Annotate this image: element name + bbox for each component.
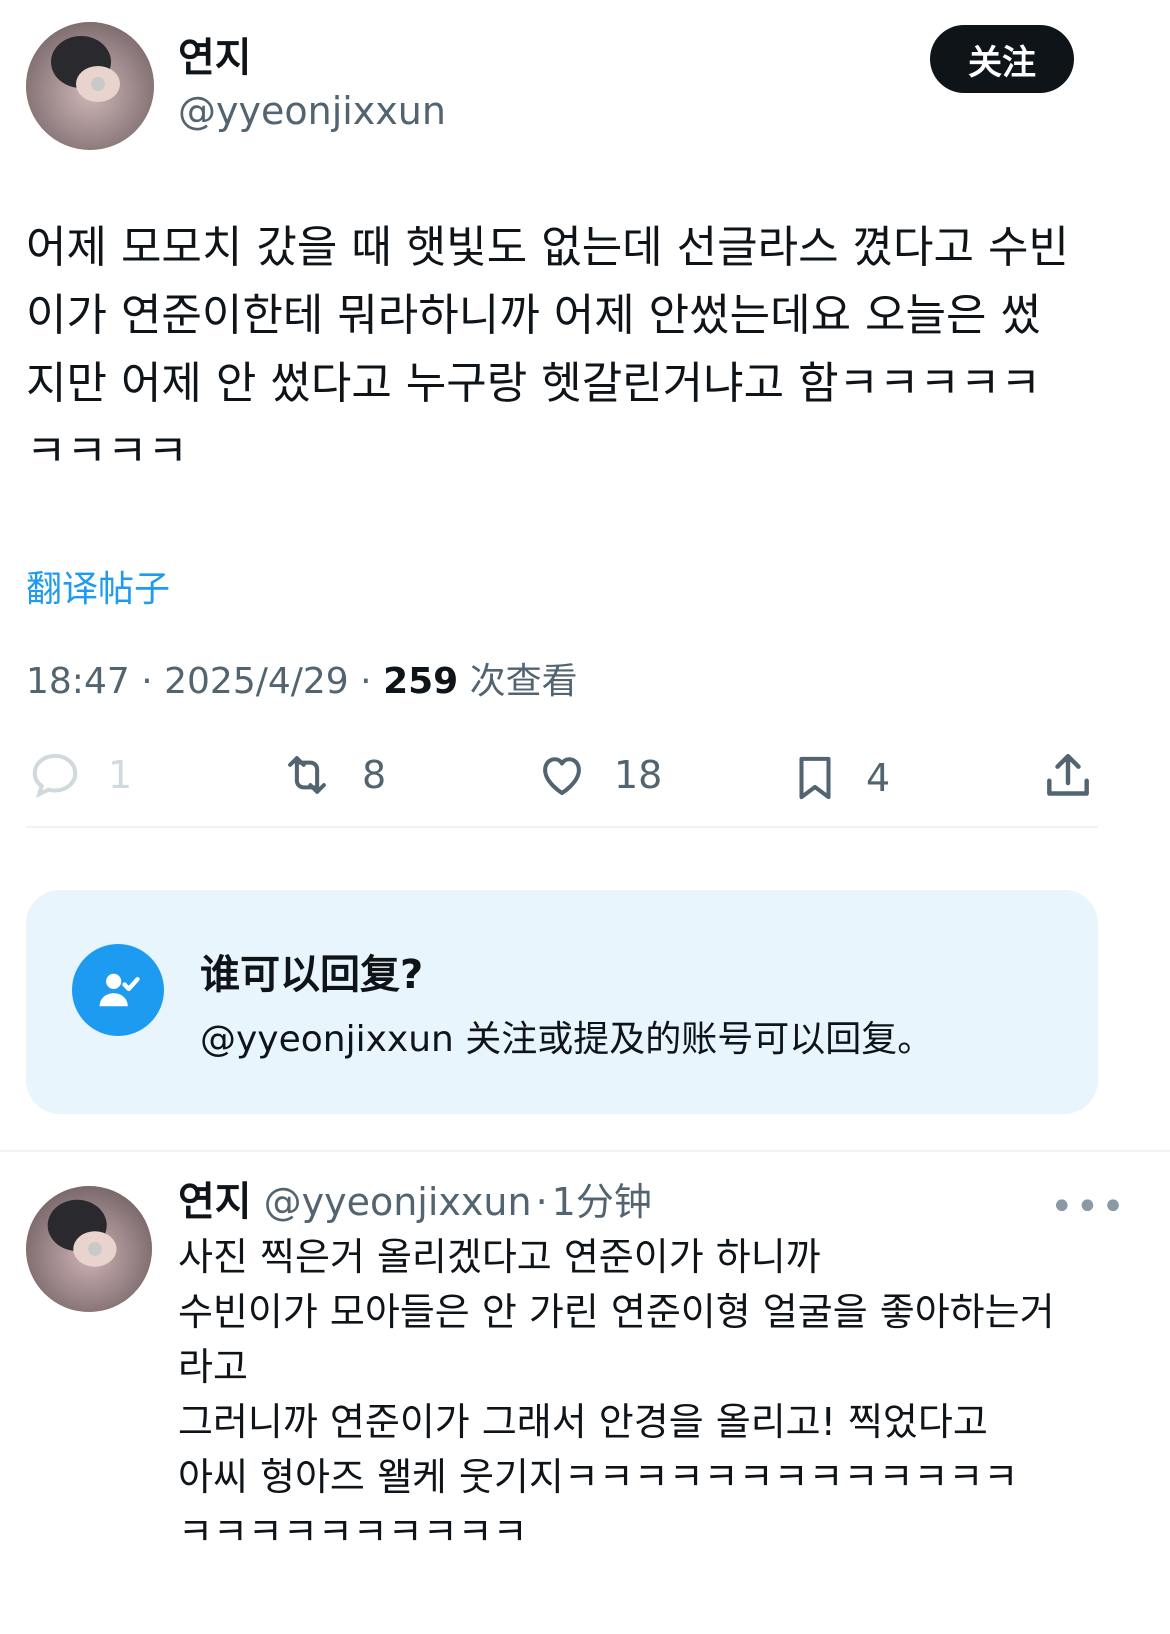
divider (26, 826, 1098, 828)
post-time[interactable]: 18:47 (26, 661, 130, 702)
reply-icon (32, 753, 78, 798)
reply-restriction-icon (72, 944, 164, 1036)
retweet-count: 8 (362, 753, 387, 797)
like-count: 18 (614, 753, 663, 797)
reply-text: 사진 찍은거 올리겠다고 연준이가 하니까 수빈이가 모아들은 안 가린 연준이… (178, 1235, 1055, 1554)
author-handle[interactable]: @yyeonjixxun (178, 88, 446, 134)
share-button[interactable] (1040, 748, 1096, 808)
avatar-image (26, 1186, 152, 1312)
reply-author-name[interactable]: 연지 (178, 1178, 252, 1226)
more-options-icon[interactable]: ••• (1050, 1184, 1127, 1230)
retweet-action[interactable]: 8 (276, 748, 386, 802)
reply-time[interactable]: 1分钟 (552, 1179, 652, 1225)
views-label: 次查看 (469, 661, 578, 702)
reply-count: 1 (108, 753, 133, 797)
translate-post-link[interactable]: 翻译帖子 (26, 560, 170, 612)
reply-header: 연지 @yyeonjixxun · 1分钟 (178, 1178, 652, 1226)
bookmark-icon (799, 756, 831, 800)
author-name[interactable]: 연지 (178, 34, 252, 82)
like-action[interactable]: 18 (534, 748, 662, 802)
author-avatar[interactable] (26, 22, 154, 150)
avatar-image (26, 22, 154, 150)
retweet-icon (288, 756, 326, 794)
reply-separator: · (535, 1180, 548, 1224)
section-divider (0, 1150, 1170, 1152)
bookmark-count: 4 (866, 756, 891, 800)
heart-icon (543, 757, 581, 796)
meta-separator: · (141, 661, 153, 702)
reply-author-handle[interactable]: @yyeonjixxun (264, 1179, 532, 1225)
who-can-reply-title: 谁可以回复? (200, 952, 424, 998)
reply-action[interactable]: 1 (26, 748, 132, 802)
bookmark-action[interactable]: 4 (788, 748, 890, 808)
user-check-icon (99, 973, 140, 1007)
reply-author-avatar[interactable] (26, 1186, 152, 1312)
meta-separator: · (360, 661, 372, 702)
follow-button[interactable]: 关注 (930, 25, 1074, 93)
who-can-reply-card: 谁可以回复? @yyeonjixxun 关注或提及的账号可以回复。 (26, 890, 1098, 1114)
who-can-reply-description: @yyeonjixxun 关注或提及的账号可以回复。 (200, 1019, 934, 1060)
post-text: 어제 모모치 갔을 때 햇빛도 없는데 선글라스 꼈다고 수빈 이가 연준이한테… (26, 222, 1069, 477)
views-count: 259 (383, 661, 459, 702)
share-icon (1047, 753, 1089, 796)
post-meta: 18:47 · 2025/4/29 · 259 次查看 (26, 652, 578, 704)
post-date[interactable]: 2025/4/29 (164, 661, 349, 702)
